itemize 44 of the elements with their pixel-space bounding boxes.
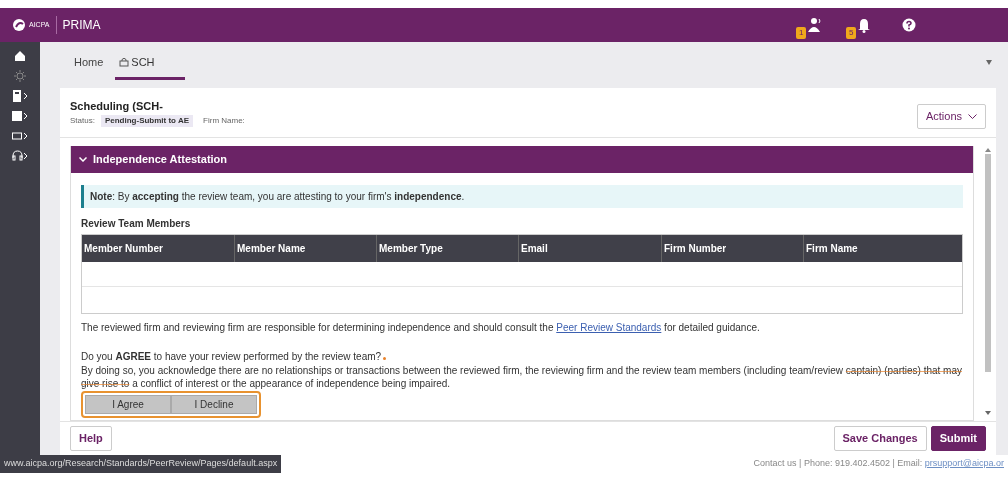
choice-button[interactable]: I Decline xyxy=(171,394,257,414)
app-title: PRIMA xyxy=(62,17,101,34)
chevron-down-icon xyxy=(968,113,977,119)
note-text: Note: By accepting the review team, you are attesting to your firm's independence. xyxy=(81,184,963,208)
status-label: Status: xyxy=(70,114,95,127)
tab[interactable]: Home xyxy=(70,54,108,80)
record-title: Scheduling (SCH- xyxy=(70,99,164,114)
email-link[interactable]: prsupport@aicpa.or xyxy=(924,458,1004,468)
section-header[interactable]: Independence Attestation xyxy=(71,145,973,173)
firm-name-label: Firm Name: xyxy=(203,114,245,127)
footer-button[interactable]: Help xyxy=(70,426,112,451)
home-icon[interactable] xyxy=(14,50,26,62)
status-badge: Pending-Submit to AE xyxy=(100,114,194,127)
bell-icon[interactable] xyxy=(856,17,872,33)
actions-button[interactable]: Actions xyxy=(916,104,986,129)
rectangle-icon[interactable] xyxy=(12,130,28,142)
column-header[interactable]: Member Type xyxy=(376,234,518,262)
column-header[interactable]: Firm Name xyxy=(803,234,962,262)
notification-badge: 1 xyxy=(796,27,807,39)
gear-icon[interactable] xyxy=(14,70,26,82)
dropdown-caret-icon[interactable] xyxy=(986,60,992,65)
column-header[interactable]: Member Name xyxy=(234,234,376,262)
logo-icon xyxy=(12,18,26,32)
standards-link[interactable]: Peer Review Standards xyxy=(556,321,662,333)
tab[interactable]: SCH xyxy=(115,54,185,80)
choice-button[interactable]: I Agree xyxy=(85,394,171,414)
link-url-tooltip: www.aicpa.org/Research/Standards/PeerReview/Pages/default.aspx xyxy=(0,455,282,473)
person-icon[interactable] xyxy=(806,17,822,33)
column-header[interactable]: Member Number xyxy=(82,234,234,262)
card-icon[interactable] xyxy=(12,110,28,122)
notification-badge: 5 xyxy=(846,27,857,39)
table-title: Review Team Members xyxy=(81,216,192,231)
contact-text: Contact us | Phone: 919.402.4502 | Email: prsupport@aicpa.or xyxy=(753,457,1004,470)
guidance-text: The reviewed firm and reviewing firm are responsible for determining independence and should consult the Peer Review Standards for detailed guidance. xyxy=(81,320,761,335)
lock-icon xyxy=(119,57,130,68)
column-header[interactable]: Firm Number xyxy=(661,234,803,262)
building-icon[interactable] xyxy=(12,90,28,102)
column-header[interactable]: Email xyxy=(518,234,661,262)
headset-icon[interactable] xyxy=(12,150,28,162)
footer-button[interactable]: Save Changes xyxy=(833,426,927,451)
help-icon[interactable] xyxy=(902,18,916,32)
question-text: Do you AGREE to have your review performed by the review team? xyxy=(81,349,382,364)
scroll-down-icon[interactable] xyxy=(985,411,991,415)
footer-button[interactable]: Submit xyxy=(930,426,986,451)
